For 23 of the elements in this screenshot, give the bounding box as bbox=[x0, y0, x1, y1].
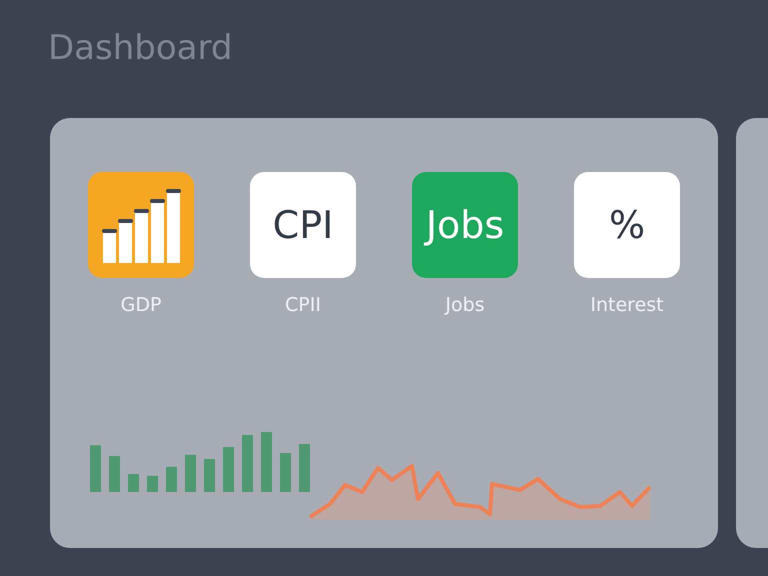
chart-bar bbox=[204, 459, 215, 492]
chart-bar bbox=[128, 474, 139, 492]
tile-label: Interest bbox=[590, 294, 664, 316]
tile-glyph: Jobs bbox=[426, 203, 504, 247]
app-tile[interactable]: CPI bbox=[250, 172, 356, 278]
chart-bar bbox=[299, 444, 310, 492]
app-tile[interactable] bbox=[88, 172, 194, 278]
chart-bar bbox=[185, 454, 196, 492]
chart-bar bbox=[147, 476, 158, 492]
tile-label: Jobs bbox=[445, 294, 485, 316]
tile-glyph: CPI bbox=[272, 203, 334, 247]
chart-bar bbox=[280, 453, 291, 492]
chart-bar bbox=[242, 435, 253, 492]
chart-bar bbox=[90, 445, 101, 492]
app-tile[interactable]: % bbox=[574, 172, 680, 278]
chart-bar bbox=[261, 432, 272, 492]
tile-glyph: % bbox=[608, 203, 646, 247]
tile-label: GDP bbox=[120, 294, 162, 316]
tile-label: CPII bbox=[285, 294, 321, 316]
chart-bar bbox=[223, 447, 234, 492]
chart-bar bbox=[166, 466, 177, 492]
page-title: Dashboard bbox=[48, 28, 234, 68]
chart-bar bbox=[109, 456, 120, 492]
